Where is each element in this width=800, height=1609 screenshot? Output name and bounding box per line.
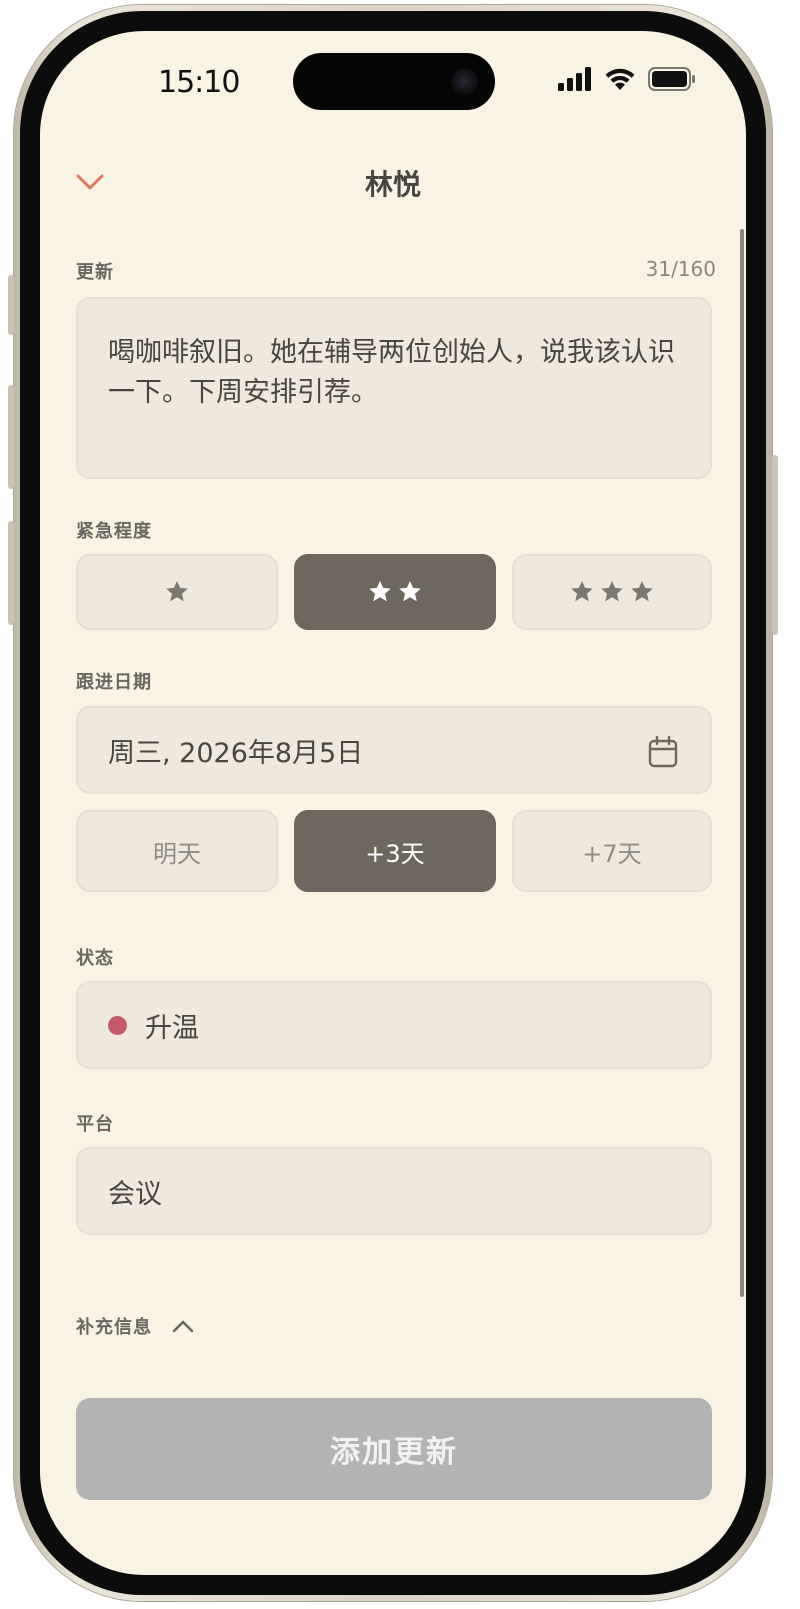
volume-up-button <box>8 385 14 489</box>
quick-date-label: +7天 <box>582 839 642 868</box>
followup-label: 跟进日期 <box>76 672 152 693</box>
followup-date-field[interactable]: 周三, 2026年8月5日 <box>76 706 712 794</box>
star-icon <box>571 580 593 602</box>
dynamic-island <box>293 53 495 110</box>
action-button <box>8 275 14 335</box>
star-icon <box>369 580 391 602</box>
star-icon <box>166 580 188 602</box>
status-icons <box>558 67 696 91</box>
add-update-button[interactable]: 添加更新 <box>76 1398 712 1500</box>
update-label: 更新 <box>76 262 114 283</box>
quick-date-label: 明天 <box>153 839 201 868</box>
bezel: 15:10 林悦 更新 31/160 喝咖啡叙旧。她在辅导两位创始人，说我该认识… <box>20 11 766 1595</box>
update-textarea[interactable]: 喝咖啡叙旧。她在辅导两位创始人，说我该认识一下。下周安排引荐。 <box>76 297 712 479</box>
platform-value: 会议 <box>108 1178 162 1210</box>
volume-down-button <box>8 521 14 625</box>
signal-icon <box>558 67 591 91</box>
calendar-icon <box>648 736 678 768</box>
power-button <box>772 455 778 635</box>
phone-frame: 15:10 林悦 更新 31/160 喝咖啡叙旧。她在辅导两位创始人，说我该认识… <box>8 5 778 1601</box>
quick-date-plus3[interactable]: +3天 <box>294 810 496 892</box>
scroll-indicator[interactable] <box>740 229 744 1297</box>
screen: 15:10 林悦 更新 31/160 喝咖啡叙旧。她在辅导两位创始人，说我该认识… <box>40 31 746 1575</box>
urgency-option-3[interactable] <box>512 554 712 630</box>
extra-info-label: 补充信息 <box>76 1317 152 1338</box>
status-time: 15:10 <box>158 65 240 100</box>
extra-info-toggle[interactable]: 补充信息 <box>76 1313 194 1339</box>
star-icon <box>399 580 421 602</box>
camera-icon <box>451 68 478 95</box>
urgency-label: 紧急程度 <box>76 521 152 542</box>
quick-date-label: +3天 <box>365 839 425 868</box>
status-select[interactable]: 升温 <box>76 981 712 1069</box>
urgency-stars <box>164 579 190 605</box>
status-value: 升温 <box>145 1012 199 1044</box>
nav-header: 林悦 <box>40 151 746 211</box>
platform-field[interactable]: 会议 <box>76 1147 712 1235</box>
quick-date-tomorrow[interactable]: 明天 <box>76 810 278 892</box>
wifi-icon <box>605 68 635 90</box>
urgency-stars <box>367 579 423 605</box>
status-dot <box>108 1015 127 1035</box>
urgency-option-1[interactable] <box>76 554 278 630</box>
star-icon <box>631 580 653 602</box>
quick-date-plus7[interactable]: +7天 <box>512 810 712 892</box>
char-counter: 31/160 <box>645 257 716 281</box>
star-icon <box>601 580 623 602</box>
status-label: 状态 <box>76 948 114 969</box>
platform-label: 平台 <box>76 1114 114 1135</box>
followup-date-value: 周三, 2026年8月5日 <box>108 737 364 769</box>
urgency-stars <box>569 579 655 605</box>
urgency-option-2[interactable] <box>294 554 496 630</box>
battery-icon <box>648 67 695 91</box>
chevron-up-icon <box>172 1320 194 1333</box>
page-title: 林悦 <box>364 168 421 201</box>
